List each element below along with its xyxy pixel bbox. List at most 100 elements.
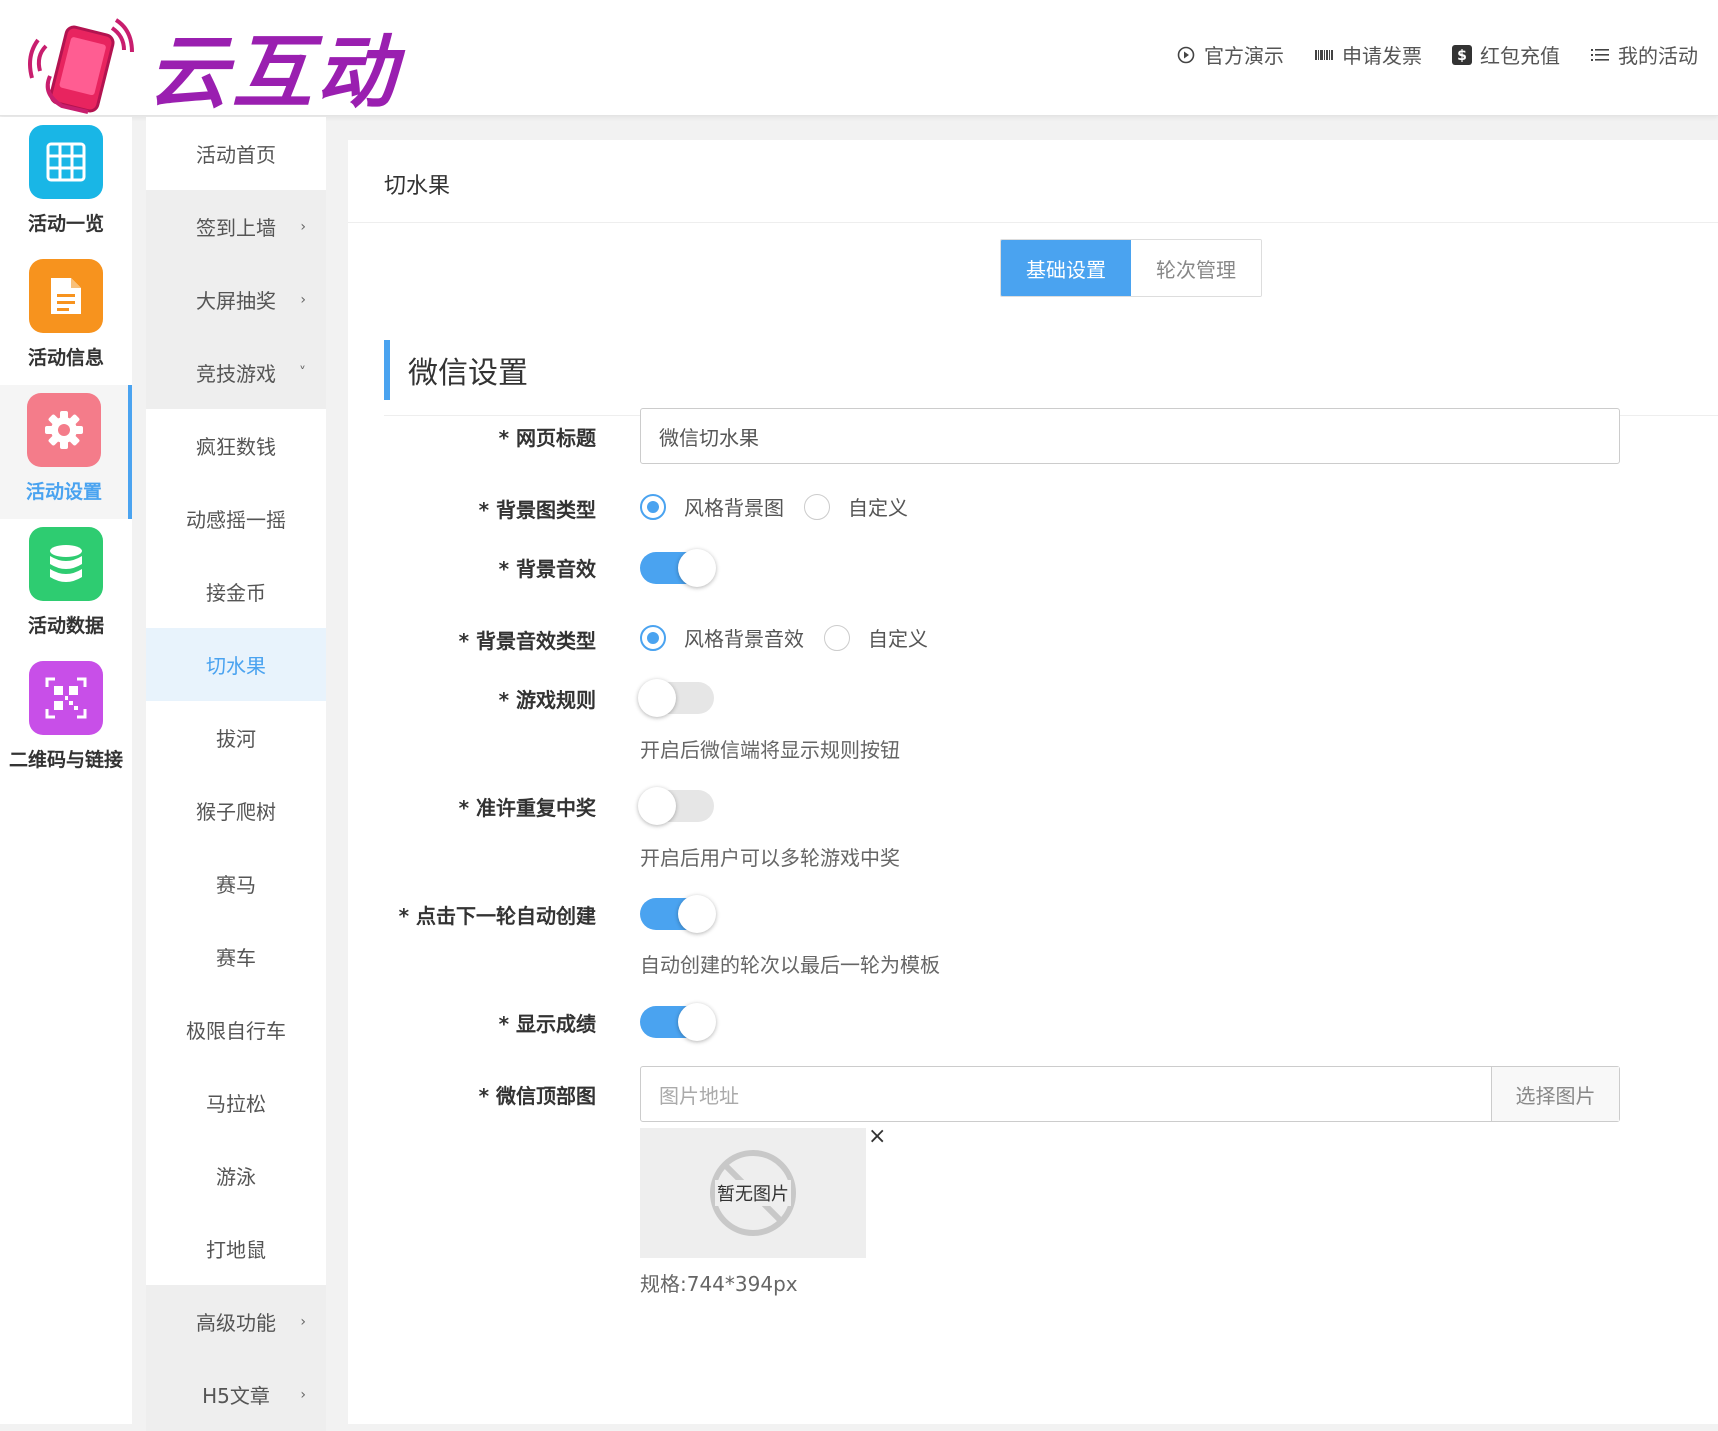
sub-item-whack-mole[interactable]: 打地鼠 bbox=[146, 1212, 326, 1285]
document-icon bbox=[29, 259, 103, 333]
sidebar-item-qrcode-links[interactable]: 二维码与链接 bbox=[0, 653, 132, 787]
tab-basic-settings[interactable]: 基础设置 bbox=[1001, 240, 1131, 296]
sub-item-label: 赛马 bbox=[216, 873, 256, 897]
bg-sound-type-label: * 背景音效类型 bbox=[458, 629, 596, 653]
bg-type-radio-custom[interactable] bbox=[804, 493, 830, 520]
bg-type-radio-style[interactable] bbox=[640, 493, 666, 520]
sub-item-screen-lottery[interactable]: 大屏抽奖 › bbox=[146, 263, 326, 336]
sub-item-label: 疯狂数钱 bbox=[196, 435, 276, 459]
game-rules-label: * 游戏规则 bbox=[498, 688, 596, 712]
sidebar-item-activity-overview[interactable]: 活动一览 bbox=[0, 117, 132, 251]
main-panel: 切水果 基础设置 轮次管理 微信设置 * 网页标题 微信切水果 * 背景图类型 … bbox=[348, 140, 1718, 1424]
sub-item-horse-race[interactable]: 赛马 bbox=[146, 847, 326, 920]
sub-item-shake[interactable]: 动感摇一摇 bbox=[146, 482, 326, 555]
sub-item-car-race[interactable]: 赛车 bbox=[146, 920, 326, 993]
radio-label: 风格背景图 bbox=[684, 496, 784, 520]
tab-round-management[interactable]: 轮次管理 bbox=[1131, 240, 1261, 296]
sub-sidebar: 活动首页 签到上墙 › 大屏抽奖 › 竞技游戏 ˅ 疯狂数钱 动感摇一摇 接金币 切水… bbox=[146, 117, 326, 1431]
nav-label: 申请发票 bbox=[1342, 44, 1422, 68]
nav-red-packet-recharge[interactable]: $ 红包充值 bbox=[1452, 40, 1560, 69]
sub-item-label: H5文章 bbox=[202, 1384, 270, 1408]
image-preview: 暂无图片 bbox=[640, 1128, 866, 1258]
nav-label: 我的活动 bbox=[1618, 44, 1698, 68]
top-nav: 官方演示 申请发票 $ 红包充值 我的活动 bbox=[1176, 40, 1698, 69]
bg-sound-toggle[interactable] bbox=[640, 549, 716, 587]
sub-item-crazy-money[interactable]: 疯狂数钱 bbox=[146, 409, 326, 482]
sidebar-item-activity-info[interactable]: 活动信息 bbox=[0, 251, 132, 385]
repeat-win-hint: 开启后用户可以多轮游戏中奖 bbox=[640, 846, 900, 870]
toggle-knob bbox=[678, 895, 716, 933]
auto-create-toggle[interactable] bbox=[640, 895, 716, 933]
grid-icon bbox=[29, 125, 103, 199]
logo[interactable]: 云互动 bbox=[28, 8, 400, 124]
radio-label: 自定义 bbox=[868, 627, 928, 651]
nav-apply-invoice[interactable]: 申请发票 bbox=[1314, 40, 1422, 69]
sub-item-label: 赛车 bbox=[216, 946, 256, 970]
sub-item-swimming[interactable]: 游泳 bbox=[146, 1139, 326, 1212]
nav-official-demo[interactable]: 官方演示 bbox=[1176, 40, 1284, 69]
bg-type-radio-group: 风格背景图 自定义 bbox=[640, 492, 928, 521]
sidebar-item-label: 活动一览 bbox=[27, 213, 104, 235]
section-title: 微信设置 bbox=[384, 340, 528, 400]
sub-item-label: 马拉松 bbox=[206, 1092, 266, 1116]
top-image-label: * 微信顶部图 bbox=[478, 1084, 596, 1108]
close-icon[interactable]: × bbox=[868, 1124, 886, 1149]
bg-sound-type-radio-group: 风格背景音效 自定义 bbox=[640, 623, 948, 652]
sub-item-label: 大屏抽奖 bbox=[196, 289, 276, 313]
radio-label: 自定义 bbox=[848, 496, 908, 520]
nav-label: 官方演示 bbox=[1204, 44, 1284, 68]
barcode-icon bbox=[1314, 45, 1334, 65]
select-image-button[interactable]: 选择图片 bbox=[1491, 1067, 1619, 1121]
show-score-label: * 显示成绩 bbox=[498, 1012, 596, 1036]
sub-item-tug-of-war[interactable]: 拔河 bbox=[146, 701, 326, 774]
sub-item-label: 切水果 bbox=[206, 654, 266, 678]
bg-sound-type-radio-style[interactable] bbox=[640, 624, 666, 651]
sub-item-label: 游泳 bbox=[216, 1165, 256, 1189]
sub-item-competitive-games[interactable]: 竞技游戏 ˅ bbox=[146, 336, 326, 409]
toggle-knob bbox=[678, 549, 716, 587]
auto-create-label: * 点击下一轮自动创建 bbox=[398, 904, 596, 928]
chevron-right-icon: › bbox=[300, 1313, 306, 1330]
icon-sidebar: 活动一览 活动信息 活动设置 活动数据 二维码与链接 bbox=[0, 117, 132, 1424]
list-icon bbox=[1590, 45, 1610, 65]
sub-item-label: 动感摇一摇 bbox=[186, 508, 286, 532]
phone-logo-icon bbox=[28, 18, 134, 114]
sub-item-label: 打地鼠 bbox=[206, 1238, 266, 1262]
bg-sound-label: * 背景音效 bbox=[498, 557, 596, 581]
divider bbox=[348, 222, 1718, 223]
repeat-win-label: * 准许重复中奖 bbox=[458, 796, 596, 820]
radio-label: 风格背景音效 bbox=[684, 627, 804, 651]
sub-item-extreme-bike[interactable]: 极限自行车 bbox=[146, 993, 326, 1066]
dollar-icon: $ bbox=[1452, 44, 1472, 65]
sub-item-label: 竞技游戏 bbox=[196, 362, 276, 386]
sub-item-activity-home[interactable]: 活动首页 bbox=[146, 117, 326, 190]
toggle-knob bbox=[638, 787, 676, 825]
sub-item-marathon[interactable]: 马拉松 bbox=[146, 1066, 326, 1139]
sub-item-checkin-wall[interactable]: 签到上墙 › bbox=[146, 190, 326, 263]
page-title-label: * 网页标题 bbox=[498, 426, 596, 450]
sub-item-catch-coins[interactable]: 接金币 bbox=[146, 555, 326, 628]
sub-item-h5-article[interactable]: H5文章 › bbox=[146, 1358, 326, 1431]
show-score-toggle[interactable] bbox=[640, 1003, 716, 1041]
database-icon bbox=[29, 527, 103, 601]
game-rules-toggle[interactable] bbox=[638, 679, 714, 717]
sub-item-advanced[interactable]: 高级功能 › bbox=[146, 1285, 326, 1358]
nav-my-activities[interactable]: 我的活动 bbox=[1590, 40, 1698, 69]
auto-create-hint: 自动创建的轮次以最后一轮为模板 bbox=[640, 953, 940, 977]
bg-sound-type-radio-custom[interactable] bbox=[824, 624, 850, 651]
sub-item-monkey-climb[interactable]: 猴子爬树 bbox=[146, 774, 326, 847]
sub-item-fruit-ninja[interactable]: 切水果 bbox=[146, 628, 326, 701]
page-title-input[interactable]: 微信切水果 bbox=[640, 408, 1620, 464]
sidebar-item-label: 活动设置 bbox=[25, 481, 102, 503]
sidebar-item-activity-data[interactable]: 活动数据 bbox=[0, 519, 132, 653]
sidebar-item-activity-settings[interactable]: 活动设置 bbox=[0, 385, 132, 519]
toggle-knob bbox=[678, 1003, 716, 1041]
play-circle-icon bbox=[1176, 45, 1196, 65]
sub-item-label: 高级功能 bbox=[196, 1311, 276, 1335]
no-image-text: 暂无图片 bbox=[715, 1180, 791, 1206]
repeat-win-toggle[interactable] bbox=[638, 787, 714, 825]
sub-item-label: 猴子爬树 bbox=[196, 800, 276, 824]
top-image-input-group: 图片地址 选择图片 bbox=[640, 1066, 1620, 1122]
sub-item-label: 活动首页 bbox=[196, 143, 276, 167]
image-url-input[interactable]: 图片地址 bbox=[641, 1067, 1491, 1121]
